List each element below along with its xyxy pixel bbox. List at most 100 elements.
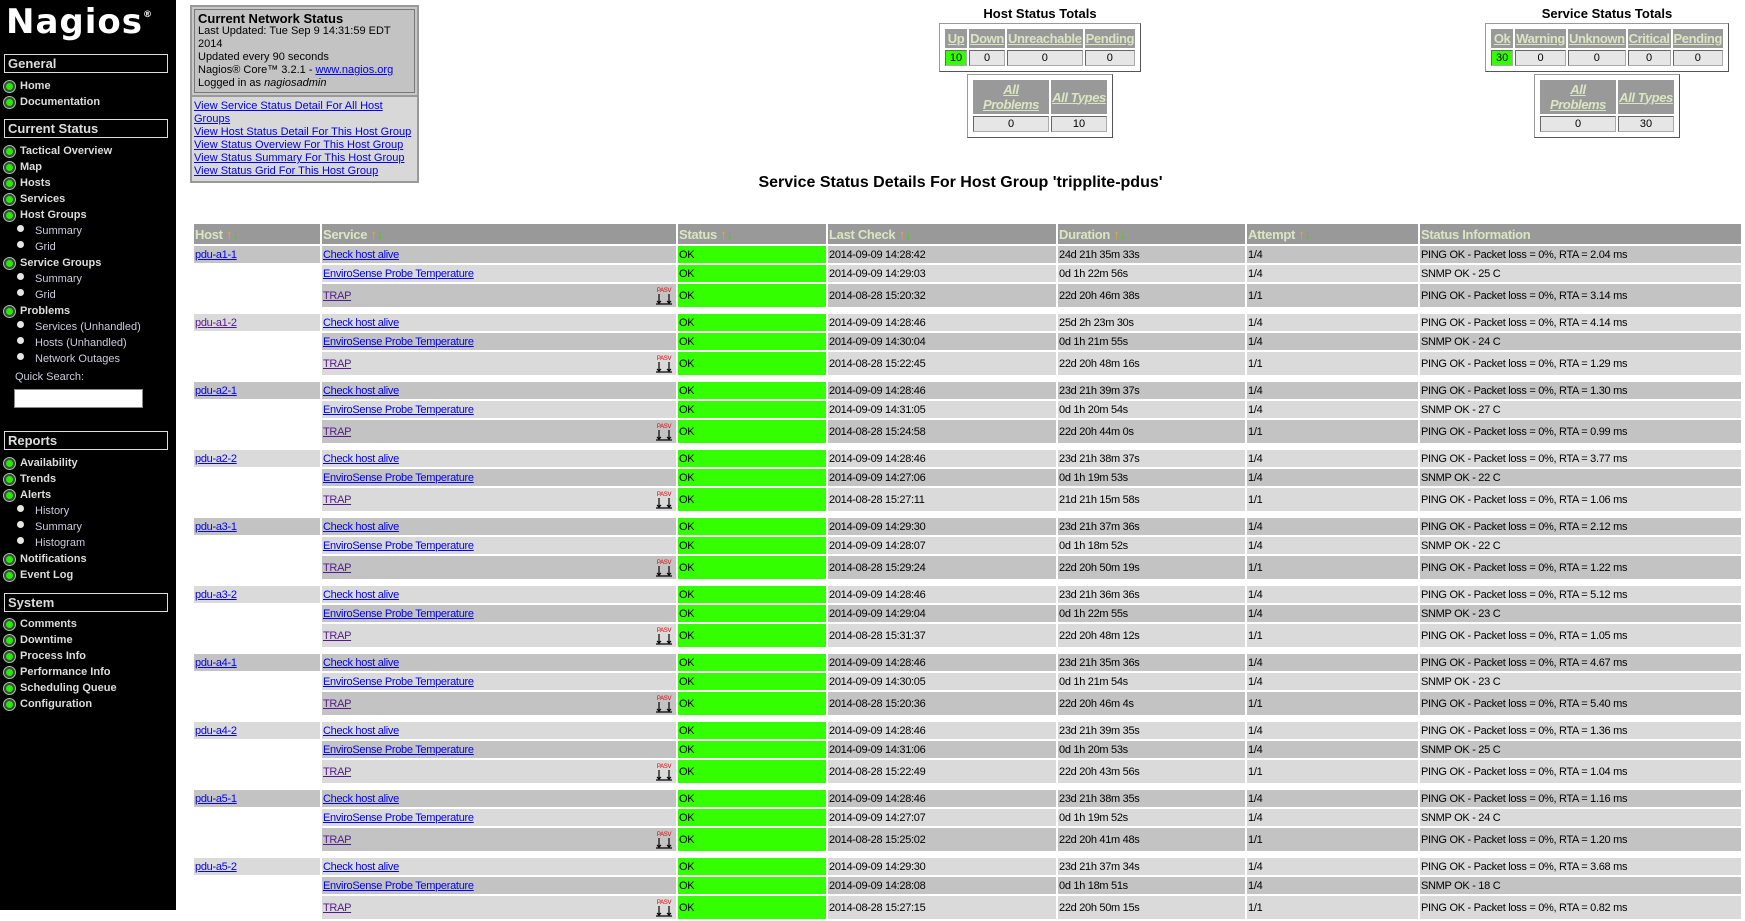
service-link[interactable]: TRAP xyxy=(323,630,351,642)
service-link[interactable]: EnviroSense Probe Temperature xyxy=(323,608,474,620)
view-link[interactable]: View Host Status Detail For This Host Gr… xyxy=(194,126,411,138)
nagios-site-link[interactable]: www.nagios.org xyxy=(316,64,394,76)
service-link[interactable]: Check host alive xyxy=(323,453,399,465)
totals-link-pending[interactable]: Pending xyxy=(1674,31,1723,46)
service-link[interactable]: Check host alive xyxy=(323,793,399,805)
nav-subitem[interactable]: History xyxy=(17,503,69,519)
host-link[interactable]: pdu-a5-2 xyxy=(195,861,237,873)
view-link[interactable]: View Service Status Detail For All Host … xyxy=(194,100,383,125)
service-link[interactable]: Check host alive xyxy=(323,861,399,873)
host-link[interactable]: pdu-a5-1 xyxy=(195,793,237,805)
nav-item[interactable]: Comments xyxy=(4,616,77,632)
service-link[interactable]: EnviroSense Probe Temperature xyxy=(323,880,474,892)
nav-subitem[interactable]: Summary xyxy=(17,271,82,287)
nav-subitem[interactable]: Network Outages xyxy=(17,351,120,367)
nav-subitem[interactable]: Grid xyxy=(17,239,56,255)
nav-item[interactable]: Problems xyxy=(4,303,70,319)
service-link[interactable]: Check host alive xyxy=(323,249,399,261)
totals-link-all-problems[interactable]: All Problems xyxy=(1550,82,1606,112)
service-link[interactable]: TRAP xyxy=(323,698,351,710)
passive-check-icon[interactable]: PASV xyxy=(654,558,674,578)
service-link[interactable]: Check host alive xyxy=(323,385,399,397)
totals-link-critical[interactable]: Critical xyxy=(1629,31,1670,46)
sort-descending-icon[interactable]: ↓ xyxy=(1120,227,1127,242)
nav-item[interactable]: Event Log xyxy=(4,567,73,583)
nav-item[interactable]: Host Groups xyxy=(4,207,87,223)
nav-item[interactable]: Process Info xyxy=(4,648,86,664)
service-link[interactable]: EnviroSense Probe Temperature xyxy=(323,404,474,416)
sort-descending-icon[interactable]: ↓ xyxy=(377,227,384,242)
nav-subitem[interactable]: Summary xyxy=(17,223,82,239)
host-link[interactable]: pdu-a3-2 xyxy=(195,589,237,601)
quick-search-input[interactable] xyxy=(14,389,143,408)
totals-link-unknown[interactable]: Unknown xyxy=(1569,31,1625,46)
service-link[interactable]: Check host alive xyxy=(323,521,399,533)
totals-link-ok[interactable]: Ok xyxy=(1494,31,1511,46)
service-link[interactable]: EnviroSense Probe Temperature xyxy=(323,676,474,688)
nav-item[interactable]: Service Groups xyxy=(4,255,101,271)
nav-subitem[interactable]: Histogram xyxy=(17,535,85,551)
service-link[interactable]: Check host alive xyxy=(323,589,399,601)
service-link[interactable]: Check host alive xyxy=(323,317,399,329)
service-link[interactable]: TRAP xyxy=(323,766,351,778)
passive-check-icon[interactable]: PASV xyxy=(654,626,674,646)
nav-item[interactable]: Documentation xyxy=(4,94,100,110)
service-link[interactable]: TRAP xyxy=(323,358,351,370)
passive-check-icon[interactable]: PASV xyxy=(654,694,674,714)
sort-descending-icon[interactable]: ↓ xyxy=(1305,227,1312,242)
passive-check-icon[interactable]: PASV xyxy=(654,898,674,918)
service-link[interactable]: EnviroSense Probe Temperature xyxy=(323,744,474,756)
totals-link-unreachable[interactable]: Unreachable xyxy=(1008,31,1082,46)
nav-item[interactable]: Trends xyxy=(4,471,56,487)
service-link[interactable]: TRAP xyxy=(323,290,351,302)
nav-subitem[interactable]: Grid xyxy=(17,287,56,303)
sort-descending-icon[interactable]: ↓ xyxy=(232,227,239,242)
nav-item[interactable]: Tactical Overview xyxy=(4,143,112,159)
totals-link-pending[interactable]: Pending xyxy=(1086,31,1135,46)
nav-item[interactable]: Performance Info xyxy=(4,664,110,680)
nav-subitem[interactable]: Hosts (Unhandled) xyxy=(17,335,127,351)
sort-descending-icon[interactable]: ↓ xyxy=(726,227,733,242)
totals-link-warning[interactable]: Warning xyxy=(1516,31,1565,46)
passive-check-icon[interactable]: PASV xyxy=(654,762,674,782)
host-link[interactable]: pdu-a4-1 xyxy=(195,657,237,669)
view-link[interactable]: View Status Overview For This Host Group xyxy=(194,139,403,151)
service-link[interactable]: EnviroSense Probe Temperature xyxy=(323,336,474,348)
nav-item[interactable]: Availability xyxy=(4,455,78,471)
nav-item[interactable]: Downtime xyxy=(4,632,73,648)
nav-item[interactable]: Services xyxy=(4,191,65,207)
sort-descending-icon[interactable]: ↓ xyxy=(905,227,912,242)
nav-item[interactable]: Notifications xyxy=(4,551,87,567)
host-link[interactable]: pdu-a3-1 xyxy=(195,521,237,533)
nagios-logo[interactable]: Nagios® xyxy=(6,2,153,42)
service-link[interactable]: TRAP xyxy=(323,494,351,506)
totals-link-all-types[interactable]: All Types xyxy=(1052,90,1106,105)
totals-link-all-types[interactable]: All Types xyxy=(1619,90,1673,105)
nav-item[interactable]: Home xyxy=(4,78,51,94)
host-link[interactable]: pdu-a2-1 xyxy=(195,385,237,397)
service-link[interactable]: EnviroSense Probe Temperature xyxy=(323,540,474,552)
host-link[interactable]: pdu-a1-2 xyxy=(195,317,237,329)
passive-check-icon[interactable]: PASV xyxy=(654,830,674,850)
totals-link-up[interactable]: Up xyxy=(948,31,965,46)
nav-item[interactable]: Scheduling Queue xyxy=(4,680,117,696)
service-link[interactable]: EnviroSense Probe Temperature xyxy=(323,472,474,484)
totals-link-down[interactable]: Down xyxy=(970,31,1004,46)
service-link[interactable]: TRAP xyxy=(323,426,351,438)
service-link[interactable]: Check host alive xyxy=(323,657,399,669)
service-link[interactable]: TRAP xyxy=(323,834,351,846)
service-link[interactable]: EnviroSense Probe Temperature xyxy=(323,812,474,824)
nav-item[interactable]: Map xyxy=(4,159,42,175)
service-link[interactable]: EnviroSense Probe Temperature xyxy=(323,268,474,280)
nav-item[interactable]: Alerts xyxy=(4,487,51,503)
service-link[interactable]: TRAP xyxy=(323,562,351,574)
passive-check-icon[interactable]: PASV xyxy=(654,354,674,374)
host-link[interactable]: pdu-a2-2 xyxy=(195,453,237,465)
nav-subitem[interactable]: Services (Unhandled) xyxy=(17,319,141,335)
passive-check-icon[interactable]: PASV xyxy=(654,422,674,442)
host-link[interactable]: pdu-a4-2 xyxy=(195,725,237,737)
view-link[interactable]: View Status Summary For This Host Group xyxy=(194,152,405,164)
nav-item[interactable]: Configuration xyxy=(4,696,92,712)
nav-item[interactable]: Hosts xyxy=(4,175,51,191)
passive-check-icon[interactable]: PASV xyxy=(654,490,674,510)
